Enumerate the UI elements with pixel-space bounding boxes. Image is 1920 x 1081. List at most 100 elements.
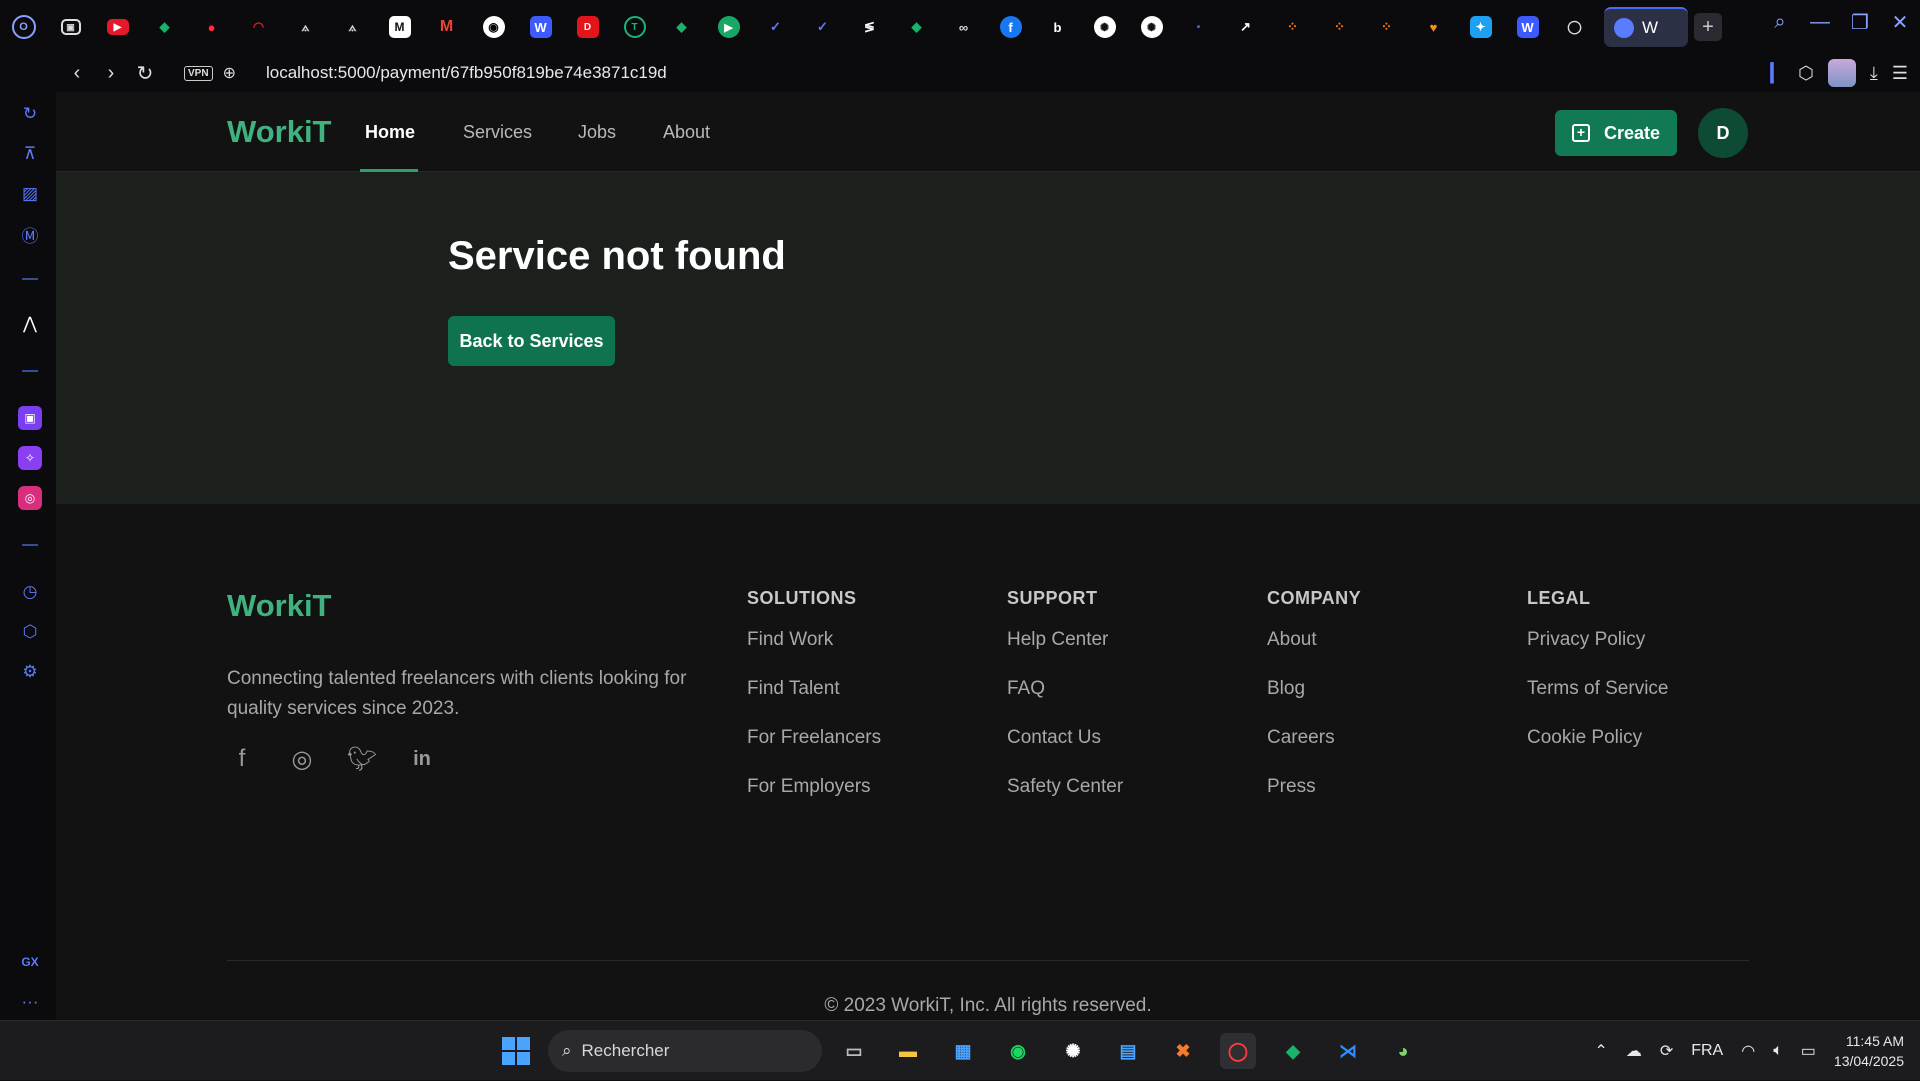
chatgpt-icon[interactable]: ✺ xyxy=(1055,1033,1091,1069)
wifi-icon[interactable]: ◠ xyxy=(1741,1041,1755,1061)
user-avatar[interactable]: D xyxy=(1698,108,1748,158)
xampp-icon[interactable]: ✖ xyxy=(1165,1033,1201,1069)
m-app-icon[interactable]: Ⓜ xyxy=(18,222,42,246)
tab-ticktick-icon[interactable]: T xyxy=(611,0,658,54)
more-icon[interactable]: ··· xyxy=(18,990,42,1014)
tab-rings-icon[interactable]: ∞ xyxy=(940,0,987,54)
opera-gx-icon[interactable]: ◯ xyxy=(1220,1033,1256,1069)
tab-mongodb-icon[interactable]: ◆ xyxy=(141,0,188,54)
footer-link[interactable]: Cookie Policy xyxy=(1527,727,1668,749)
vscode-icon[interactable]: ⋊ xyxy=(1330,1033,1366,1069)
tab-red-app-icon[interactable]: ● xyxy=(188,0,235,54)
tab-speedometer-icon[interactable]: ◠ xyxy=(235,0,282,54)
image-icon[interactable]: ▨ xyxy=(18,182,42,206)
tab-grid-icon[interactable]: ⁘ xyxy=(1363,0,1410,54)
tab-github-icon[interactable]: ◉ xyxy=(470,0,517,54)
language-indicator[interactable]: FRA xyxy=(1691,1042,1723,1060)
tab-facebook-icon[interactable]: f xyxy=(987,0,1034,54)
footer-link[interactable]: Careers xyxy=(1267,727,1361,749)
spotify-icon[interactable]: ◉ xyxy=(1000,1033,1036,1069)
messenger-icon[interactable]: ✧ xyxy=(18,446,42,470)
speed-dial-icon[interactable]: ↻ xyxy=(18,102,42,126)
tab-word-icon[interactable]: W xyxy=(517,0,564,54)
maximize-icon[interactable]: ❐ xyxy=(1840,10,1880,35)
tab-grid-icon[interactable]: ⁘ xyxy=(1269,0,1316,54)
tab-network-icon[interactable]: ⟑ xyxy=(282,0,329,54)
tab-bold-icon[interactable]: b xyxy=(1034,0,1081,54)
footer-link[interactable]: Blog xyxy=(1267,678,1361,700)
menu-icon[interactable]: ☰ xyxy=(1892,63,1908,84)
linkedin-icon[interactable]: in xyxy=(407,744,437,774)
instagram-icon[interactable]: ◎ xyxy=(18,486,42,510)
create-button[interactable]: + Create xyxy=(1555,110,1677,156)
onedrive-icon[interactable]: ☁ xyxy=(1626,1041,1642,1061)
opera-logo-icon[interactable]: O xyxy=(0,0,47,54)
footer-link[interactable]: Find Work xyxy=(747,629,881,651)
facebook-icon[interactable]: f xyxy=(227,744,257,774)
tab-youtube-icon[interactable]: ▶ xyxy=(94,0,141,54)
tab-arrow-app-icon[interactable]: ▶ xyxy=(705,0,752,54)
notepad-icon[interactable]: ▤ xyxy=(1110,1033,1146,1069)
mongodb-compass-icon[interactable]: ◆ xyxy=(1275,1033,1311,1069)
tab-chatgpt-icon[interactable]: ✺ xyxy=(1128,0,1175,54)
tab-gmail-icon[interactable]: M xyxy=(423,0,470,54)
tab-dot-icon[interactable]: • xyxy=(1175,0,1222,54)
footer-link[interactable]: For Employers xyxy=(747,776,881,798)
arc-icon[interactable]: ⋀ xyxy=(18,312,42,336)
tab-vk-icon[interactable]: ✓ xyxy=(752,0,799,54)
reload-icon[interactable]: ↻ xyxy=(128,61,162,86)
snapshot-icon[interactable]: ▎ xyxy=(1770,63,1784,84)
footer-logo[interactable]: WorkiT xyxy=(227,588,332,624)
ms-store-icon[interactable]: ▦ xyxy=(945,1033,981,1069)
tab-bluesky-icon[interactable]: ✦ xyxy=(1457,0,1504,54)
settings-icon[interactable]: ⚙ xyxy=(18,660,42,684)
nav-about[interactable]: About xyxy=(663,122,710,143)
footer-link[interactable]: Press xyxy=(1267,776,1361,798)
tab-stack-icon[interactable]: ≶ xyxy=(846,0,893,54)
sync-icon[interactable]: ⟳ xyxy=(1660,1041,1673,1061)
tab-vk-icon[interactable]: ✓ xyxy=(799,0,846,54)
footer-link[interactable]: Safety Center xyxy=(1007,776,1123,798)
tab-circle-icon[interactable]: ◯ xyxy=(1551,0,1598,54)
minimize-icon[interactable]: — xyxy=(1800,11,1840,34)
nav-jobs[interactable]: Jobs xyxy=(578,122,616,143)
twitter-icon[interactable]: 🐦︎ xyxy=(347,744,377,774)
tab-mongodb-icon[interactable]: ◆ xyxy=(658,0,705,54)
tab-gamepad-icon[interactable]: ▣ xyxy=(47,0,94,54)
file-explorer-icon[interactable]: ▬ xyxy=(890,1033,926,1069)
chevron-up-icon[interactable]: ⌃ xyxy=(1594,1041,1607,1061)
back-icon[interactable]: ‹ xyxy=(60,62,94,85)
footer-link[interactable]: Contact Us xyxy=(1007,727,1123,749)
footer-link[interactable]: Terms of Service xyxy=(1527,678,1668,700)
footer-link[interactable]: For Freelancers xyxy=(747,727,881,749)
footer-link[interactable]: FAQ xyxy=(1007,678,1123,700)
tab-word-icon[interactable]: W xyxy=(1504,0,1551,54)
tab-active[interactable]: W xyxy=(1604,7,1688,47)
tab-grid-icon[interactable]: ⁘ xyxy=(1316,0,1363,54)
aria-icon[interactable]: ⊼ xyxy=(18,142,42,166)
tab-mongodb-icon[interactable]: ◆ xyxy=(893,0,940,54)
profile-avatar[interactable] xyxy=(1827,59,1856,87)
footer-link[interactable]: About xyxy=(1267,629,1361,651)
tab-arrow-icon[interactable]: ↗ xyxy=(1222,0,1269,54)
instagram-icon[interactable]: ◎ xyxy=(287,744,317,774)
gx-label[interactable]: GX xyxy=(18,950,42,974)
back-to-services-button[interactable]: Back to Services xyxy=(448,316,615,366)
battery-icon[interactable]: ▭ xyxy=(1801,1041,1816,1061)
history-icon[interactable]: ◷ xyxy=(18,580,42,604)
extensions-icon[interactable]: ⬡ xyxy=(18,620,42,644)
footer-link[interactable]: Privacy Policy xyxy=(1527,629,1668,651)
volume-icon[interactable]: 🔈︎ xyxy=(1773,1042,1783,1060)
twitch-icon[interactable]: ▣ xyxy=(18,406,42,430)
site-info-icon[interactable]: ⊕ xyxy=(223,63,236,83)
paint-icon[interactable]: ◕ xyxy=(1385,1033,1421,1069)
nav-services[interactable]: Services xyxy=(463,122,532,143)
forward-icon[interactable]: › xyxy=(94,62,128,85)
search-tabs-icon[interactable]: ⌕ xyxy=(1760,11,1800,34)
new-tab-button[interactable]: + xyxy=(1694,13,1722,41)
vpn-badge[interactable]: VPN xyxy=(184,65,213,81)
windows-start-icon[interactable] xyxy=(502,1037,530,1065)
tab-heart-icon[interactable]: ♥ xyxy=(1410,0,1457,54)
tab-chatgpt-icon[interactable]: ✺ xyxy=(1081,0,1128,54)
clock[interactable]: 11:45 AM 13/04/2025 xyxy=(1834,1031,1904,1071)
